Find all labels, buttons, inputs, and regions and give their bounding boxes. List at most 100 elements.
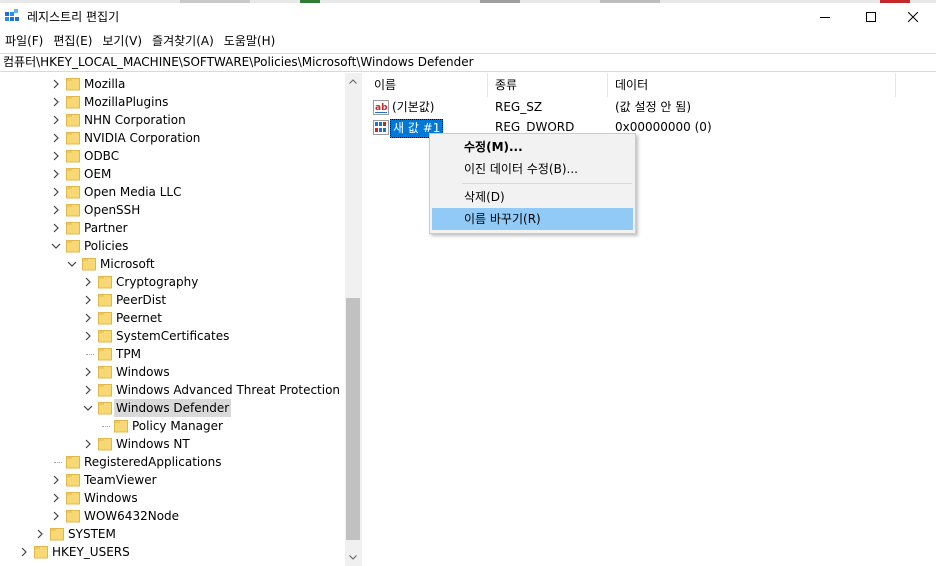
tree-item[interactable]: Windows [0, 489, 345, 507]
chevron-right-icon[interactable] [82, 312, 94, 324]
scroll-down-button[interactable] [345, 549, 361, 566]
tree-item[interactable]: PeerDist [0, 291, 345, 309]
tree-item-label: HKEY_USERS [52, 545, 130, 559]
chevron-down-icon[interactable] [82, 402, 94, 414]
folder-icon [66, 186, 80, 199]
context-menu-rename[interactable]: 이름 바꾸기(R) [432, 208, 633, 230]
tree-item[interactable]: TPM [0, 345, 345, 363]
chevron-right-icon[interactable] [82, 366, 94, 378]
folder-icon [82, 258, 96, 271]
chevron-right-icon[interactable] [82, 294, 94, 306]
chevron-right-icon[interactable] [82, 438, 94, 450]
chevron-right-icon[interactable] [50, 168, 62, 180]
tree-item[interactable]: OpenSSH [0, 201, 345, 219]
tree-item[interactable]: Mozilla [0, 75, 345, 93]
tree-item[interactable]: TeamViewer [0, 471, 345, 489]
folder-icon [114, 420, 128, 433]
folder-icon [98, 294, 112, 307]
tree-item[interactable]: NVIDIA Corporation [0, 129, 345, 147]
chevron-right-icon[interactable] [50, 114, 62, 126]
scroll-thumb[interactable] [346, 298, 360, 540]
chevron-right-icon[interactable] [50, 150, 62, 162]
registry-key-tree[interactable]: Mozilla MozillaPlugins NHN Corporation NVID… [0, 73, 361, 566]
folder-icon [98, 348, 112, 361]
address-bar[interactable]: 컴퓨터\HKEY_LOCAL_MACHINE\SOFTWARE\Policies… [0, 53, 936, 72]
tree-scrollbar[interactable] [345, 73, 361, 566]
tree-item[interactable]: ODBC [0, 147, 345, 165]
tree-item[interactable]: Policy Manager [0, 417, 345, 435]
chevron-right-icon[interactable] [50, 96, 62, 108]
registry-editor-icon [5, 9, 19, 21]
chevron-right-icon[interactable] [50, 222, 62, 234]
tree-item[interactable]: Open Media LLC [0, 183, 345, 201]
context-menu: 수정(M)... 이진 데이터 수정(B)... 삭제(D) 이름 바꾸기(R) [429, 133, 636, 234]
tree-item[interactable]: Windows NT [0, 435, 345, 453]
close-button[interactable] [890, 3, 936, 30]
chevron-right-icon[interactable] [50, 132, 62, 144]
tree-item[interactable]: RegisteredApplications [0, 453, 345, 471]
folder-icon [66, 168, 80, 181]
maximize-button[interactable] [848, 3, 894, 30]
tree-item-label: SystemCertificates [116, 329, 230, 343]
minimize-button[interactable] [802, 3, 848, 30]
tree-item[interactable]: MozillaPlugins [0, 93, 345, 111]
chevron-down-icon[interactable] [66, 258, 78, 270]
menu-help[interactable]: 도움말(H) [221, 31, 283, 51]
tree-item[interactable]: WOW6432Node [0, 507, 345, 525]
tree-item-label: Policy Manager [132, 419, 223, 433]
context-menu-modify[interactable]: 수정(M)... [432, 136, 633, 158]
chevron-right-icon[interactable] [50, 204, 62, 216]
tree-item[interactable]: Policies [0, 237, 345, 255]
context-menu-modify-binary[interactable]: 이진 데이터 수정(B)... [432, 158, 633, 180]
tree-item[interactable]: Cryptography [0, 273, 345, 291]
svg-text:ab: ab [375, 103, 388, 113]
chevron-right-icon[interactable] [50, 492, 62, 504]
tree-item[interactable]: Peernet [0, 309, 345, 327]
title-bar[interactable]: 레지스트리 편집기 [0, 3, 936, 30]
menu-edit[interactable]: 편집(E) [50, 31, 99, 51]
tree-item[interactable]: Windows [0, 363, 345, 381]
menu-view[interactable]: 보기(V) [99, 31, 149, 51]
tree-item[interactable]: NHN Corporation [0, 111, 345, 129]
chevron-right-icon[interactable] [50, 474, 62, 486]
tree-item[interactable]: OEM [0, 165, 345, 183]
folder-icon [50, 528, 64, 541]
tree-item[interactable]: Windows Defender [0, 399, 345, 417]
context-menu-delete[interactable]: 삭제(D) [432, 186, 633, 208]
chevron-right-icon[interactable] [82, 384, 94, 396]
chevron-right-icon[interactable] [82, 330, 94, 342]
folder-icon [66, 150, 80, 163]
menu-file[interactable]: 파일(F) [2, 31, 50, 51]
minimize-icon [820, 16, 830, 18]
tree-item[interactable]: SYSTEM [0, 525, 345, 543]
menu-favorites[interactable]: 즐겨찾기(A) [149, 31, 221, 51]
folder-icon [98, 312, 112, 325]
folder-icon [98, 330, 112, 343]
folder-icon [66, 492, 80, 505]
chevron-right-icon[interactable] [82, 276, 94, 288]
tree-item-label: Cryptography [116, 275, 199, 289]
chevron-right-icon[interactable] [50, 186, 62, 198]
chevron-right-icon[interactable] [18, 546, 30, 558]
tree-item[interactable]: Microsoft [0, 255, 345, 273]
column-header-name[interactable]: 이름 [367, 73, 488, 97]
chevron-up-icon [349, 79, 357, 84]
tree-item[interactable]: Partner [0, 219, 345, 237]
tree-item-label: ODBC [84, 149, 120, 163]
folder-icon [66, 132, 80, 145]
column-header-type[interactable]: 종류 [488, 73, 608, 97]
chevron-down-icon[interactable] [50, 240, 62, 252]
tree-item[interactable]: HKEY_USERS [0, 543, 345, 561]
chevron-right-icon[interactable] [34, 528, 46, 540]
column-header-data[interactable]: 데이터 [608, 73, 896, 97]
context-menu-separator [462, 183, 632, 184]
chevron-right-icon[interactable] [50, 78, 62, 90]
tree-item-label: Windows [84, 491, 138, 505]
value-row[interactable]: ab (기본값) REG_SZ (값 설정 안 됨) [367, 98, 936, 117]
tree-item-label: OEM [84, 167, 112, 181]
scroll-up-button[interactable] [345, 73, 361, 90]
tree-item[interactable]: Windows Advanced Threat Protection [0, 381, 345, 399]
tree-item[interactable]: SystemCertificates [0, 327, 345, 345]
folder-icon [66, 114, 80, 127]
chevron-right-icon[interactable] [50, 510, 62, 522]
